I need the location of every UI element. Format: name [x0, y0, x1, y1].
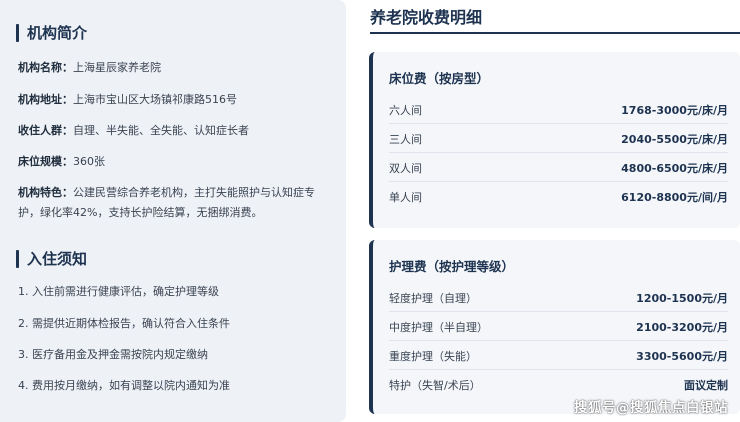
notice-title-text: 入住须知	[27, 250, 88, 268]
fee-row-price: 6120-8800元/间/月	[621, 191, 728, 204]
fee-row-name: 六人间	[389, 103, 422, 117]
info-row-residents: 收住人群：自理、半失能、全失能、认知症长者	[18, 124, 249, 137]
notice-item: 2. 需提供近期体检报告，确认符合入住条件	[18, 317, 230, 330]
fee-row-name: 轻度护理（自理）	[389, 291, 477, 305]
institution-panel: 机构简介 机构名称：上海星辰家养老院 机构地址：上海市宝山区大场镇祁康路516号…	[0, 0, 346, 422]
fee-row-name: 三人间	[389, 132, 422, 146]
fee-detail-title: 养老院收费明细	[370, 8, 483, 27]
bed-fee-card: 床位费（按房型） 六人间 1768-3000元/床/月 三人间 2040-550…	[369, 52, 740, 228]
fee-row-price: 1768-3000元/床/月	[621, 103, 728, 117]
intro-section-title: 机构简介	[16, 22, 87, 43]
fee-row-price: 3300-5600元/月	[636, 349, 728, 363]
fee-row: 双人间 4800-6500元/床/月	[389, 154, 728, 182]
info-row-address: 机构地址：上海市宝山区大场镇祁康路516号	[18, 93, 237, 106]
fee-row-price: 1200-1500元/月	[636, 291, 728, 305]
notice-section-title: 入住须知	[16, 248, 87, 269]
fee-row-name: 特护（失智/术后）	[389, 379, 481, 392]
fee-row-name: 双人间	[389, 161, 422, 175]
fee-row: 轻度护理（自理） 1200-1500元/月	[389, 284, 728, 312]
info-row-features: 机构特色：公建民营综合养老机构，主打失能照护与认知症专护，绿化率42%，支持长护…	[18, 186, 315, 219]
care-fee-card: 护理费（按护理等级） 轻度护理（自理） 1200-1500元/月 中度护理（半自…	[369, 240, 740, 414]
fee-row: 六人间 1768-3000元/床/月	[389, 96, 728, 124]
fee-row-price: 面议定制	[684, 379, 728, 392]
notice-item: 3. 医疗备用金及押金需按院内规定缴纳	[18, 348, 208, 361]
fee-row-price: 4800-6500元/床/月	[621, 161, 728, 175]
info-row-beds: 床位规模：360张	[18, 155, 105, 168]
fee-row-price: 2100-3200元/月	[636, 320, 728, 334]
fee-row-name: 单人间	[389, 191, 422, 204]
notice-item: 1. 入住前需进行健康评估，确定护理等级	[18, 285, 219, 298]
fee-row-name: 重度护理（失能）	[389, 349, 477, 363]
fee-row: 重度护理（失能） 3300-5600元/月	[389, 342, 728, 370]
fee-row: 特护（失智/术后） 面议定制	[389, 371, 728, 399]
care-fee-heading: 护理费（按护理等级）	[389, 259, 515, 274]
info-row-name: 机构名称：上海星辰家养老院	[18, 61, 161, 74]
fee-row-name: 中度护理（半自理）	[389, 320, 488, 334]
fee-row: 三人间 2040-5500元/床/月	[389, 125, 728, 153]
notice-item: 4. 费用按月缴纳，如有调整以院内通知为准	[18, 379, 230, 392]
title-accent-bar	[16, 23, 19, 42]
fee-row: 中度护理（半自理） 2100-3200元/月	[389, 313, 728, 341]
source-watermark: 搜狐号@搜狐焦点白银站	[574, 400, 728, 416]
fee-row-price: 2040-5500元/床/月	[621, 132, 728, 146]
bed-fee-heading: 床位费（按房型）	[389, 71, 490, 86]
fee-row: 单人间 6120-8800元/间/月	[389, 183, 728, 211]
intro-title-text: 机构简介	[27, 24, 88, 42]
title-accent-bar	[16, 249, 19, 268]
title-divider	[370, 32, 740, 34]
